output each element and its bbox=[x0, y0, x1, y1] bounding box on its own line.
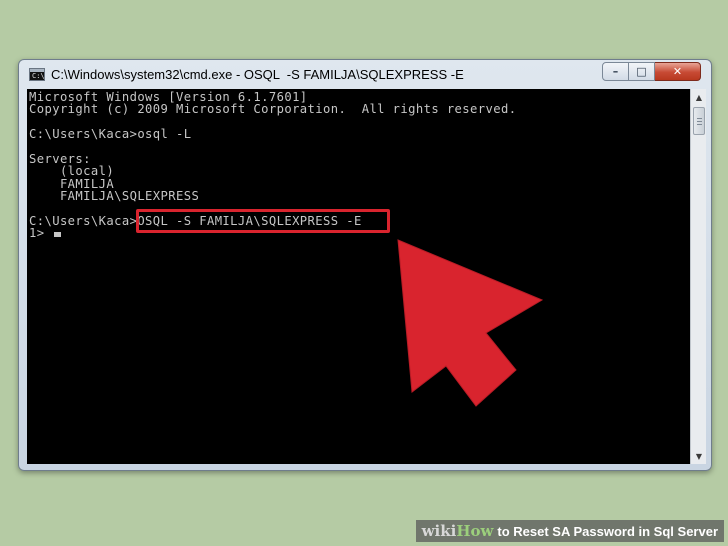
red-arrow-icon bbox=[397, 239, 544, 407]
wikihow-logo: wikiHow bbox=[422, 522, 494, 540]
logo-how: How bbox=[456, 522, 494, 540]
caption-bar: wikiHow to Reset SA Password in Sql Serv… bbox=[415, 520, 724, 542]
screenshot-stage: C:\ C:\Windows\system32\cmd.exe - OSQL -… bbox=[0, 0, 728, 546]
red-arrow-shape bbox=[397, 239, 544, 407]
logo-wiki: wiki bbox=[421, 522, 457, 540]
caption-title: to Reset SA Password in Sql Server bbox=[497, 524, 718, 539]
